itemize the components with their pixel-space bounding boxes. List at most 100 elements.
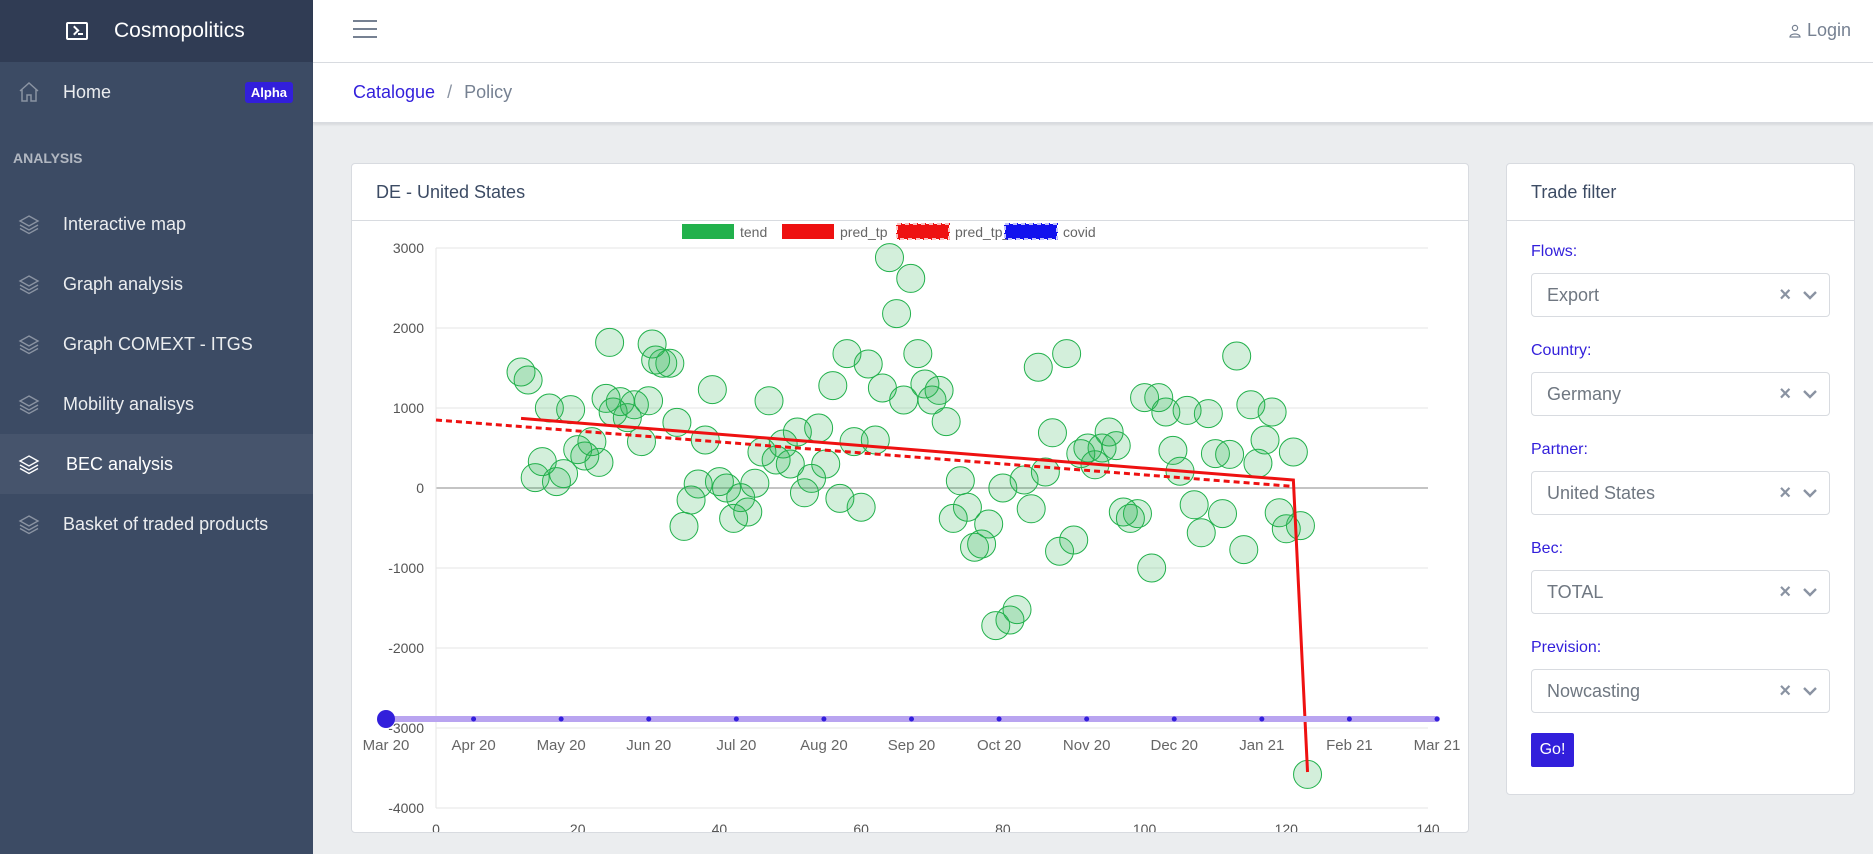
sidebar-item-graph-comext[interactable]: Graph COMEXT - ITGS — [0, 314, 313, 374]
tend-point — [513, 365, 543, 395]
chevron-down-icon[interactable] — [1803, 684, 1817, 698]
legend-swatch-tend — [682, 224, 734, 239]
terminal-icon — [66, 22, 88, 40]
legend-swatch-pred_tp_c — [896, 223, 950, 240]
sidebar-item-interactive-map[interactable]: Interactive map — [0, 194, 313, 254]
login-label: Login — [1806, 20, 1851, 40]
breadcrumb-current: Policy — [464, 82, 513, 102]
timeline-label[interactable]: Apr 20 — [451, 737, 495, 754]
timeline-label[interactable]: May 20 — [537, 737, 586, 754]
y-tick-label: 0 — [416, 480, 424, 496]
tend-point — [860, 425, 890, 455]
tend-point — [1257, 397, 1287, 427]
sidebar-item-graph-analysis[interactable]: Graph analysis — [0, 254, 313, 314]
country-select[interactable]: Germany × — [1531, 372, 1830, 416]
tend-point — [846, 492, 876, 522]
chart-card-title: DE - United States — [352, 164, 1468, 221]
timeline-label[interactable]: Jul 20 — [716, 737, 756, 754]
partner-select[interactable]: United States × — [1531, 471, 1830, 515]
clear-icon[interactable]: × — [1779, 482, 1791, 505]
tend-point — [655, 348, 685, 378]
x-tick-label: 120 — [1275, 821, 1299, 832]
prevision-select[interactable]: Nowcasting × — [1531, 669, 1830, 713]
tend-point — [1215, 439, 1245, 469]
flows-select[interactable]: Export × — [1531, 273, 1830, 317]
x-tick-label: 20 — [570, 821, 586, 832]
chevron-down-icon[interactable] — [1803, 387, 1817, 401]
tend-point — [931, 407, 961, 437]
timeline-label[interactable]: Feb 21 — [1326, 737, 1373, 754]
timeline-label[interactable]: Jan 21 — [1239, 737, 1284, 754]
tend-point — [974, 509, 1004, 539]
clear-icon[interactable]: × — [1779, 680, 1791, 703]
timeline-label[interactable]: Mar 21 — [1414, 737, 1461, 754]
sidebar-item-label: Home — [63, 81, 112, 102]
legend-swatch-pred_tp — [782, 224, 834, 239]
tend-point — [874, 243, 904, 273]
clear-icon[interactable]: × — [1779, 383, 1791, 406]
y-tick-label: 2000 — [393, 320, 424, 336]
timeline-tick — [1346, 716, 1352, 722]
sidebar-item-label: Mobility analisys — [63, 393, 195, 414]
tend-point — [1101, 431, 1131, 461]
y-tick-label: -2000 — [388, 640, 424, 656]
tend-point — [1037, 418, 1067, 448]
timeline-label[interactable]: Dec 20 — [1150, 737, 1198, 754]
timeline-tick — [909, 716, 914, 722]
layers-icon — [18, 335, 40, 355]
timeline-tick — [733, 716, 739, 722]
legend-label-tend: tend — [740, 224, 767, 240]
clear-icon[interactable]: × — [1779, 284, 1791, 307]
chevron-down-icon[interactable] — [1803, 288, 1817, 302]
timeline-label[interactable]: Mar 20 — [363, 737, 410, 754]
x-tick-label: 80 — [995, 821, 1011, 832]
timeline-tick — [821, 716, 827, 722]
flows-label: Flows: — [1531, 243, 1578, 260]
sidebar-item-home[interactable]: Home Alpha — [0, 62, 313, 122]
tend-point — [1193, 399, 1223, 429]
partner-value: United States — [1547, 482, 1656, 503]
chevron-down-icon[interactable] — [1803, 585, 1817, 599]
tend-point — [1222, 341, 1252, 371]
header-top: Login — [313, 0, 1873, 63]
layers-icon — [18, 275, 40, 295]
tend-point — [1250, 425, 1280, 455]
sidebar-section-title: ANALYSIS — [13, 150, 83, 166]
timeline-handle[interactable] — [377, 710, 395, 728]
hamburger-icon[interactable] — [353, 20, 377, 40]
go-button[interactable]: Go! — [1531, 733, 1574, 767]
timeline-tick — [558, 716, 564, 722]
tend-point — [584, 447, 614, 477]
y-tick-label: -1000 — [388, 560, 424, 576]
trade-filter-body: Flows: Export × Country: Germany × Partn… — [1507, 221, 1854, 767]
layers-icon — [18, 215, 40, 235]
tend-point — [733, 497, 763, 527]
breadcrumb-catalogue[interactable]: Catalogue — [353, 82, 435, 103]
chevron-down-icon[interactable] — [1803, 486, 1817, 500]
timeline-label[interactable]: Jun 20 — [626, 737, 671, 754]
tend-point — [595, 327, 625, 357]
x-tick-label: 60 — [853, 821, 869, 832]
clear-icon[interactable]: × — [1779, 581, 1791, 604]
timeline-label[interactable]: Aug 20 — [800, 737, 848, 754]
sidebar-item-basket[interactable]: Basket of traded products — [0, 494, 313, 554]
chart: 3000200010000-1000-2000-3000-40000 20 40 60… — [363, 223, 1461, 832]
sidebar-item-mobility[interactable]: Mobility analisys — [0, 374, 313, 434]
tend-point — [945, 466, 975, 496]
tend-point — [853, 349, 883, 379]
layers-icon — [18, 455, 40, 475]
bec-select[interactable]: TOTAL × — [1531, 570, 1830, 614]
login-button[interactable]: Login — [1789, 20, 1851, 41]
x-tick-label: 140 — [1416, 821, 1440, 832]
brand[interactable]: Cosmopolitics — [0, 0, 313, 62]
tend-point — [1023, 352, 1053, 382]
sidebar-item-bec-analysis[interactable]: BEC analysis — [0, 434, 313, 494]
timeline-label[interactable]: Oct 20 — [977, 737, 1021, 754]
timeline-tick — [996, 716, 1002, 722]
timeline-label[interactable]: Sep 20 — [888, 737, 936, 754]
timeline-tick — [1434, 716, 1440, 722]
timeline-label[interactable]: Nov 20 — [1063, 737, 1111, 754]
breadcrumb: Catalogue / Policy — [353, 82, 512, 103]
country-value: Germany — [1547, 383, 1622, 404]
prevision-value: Nowcasting — [1547, 680, 1641, 701]
